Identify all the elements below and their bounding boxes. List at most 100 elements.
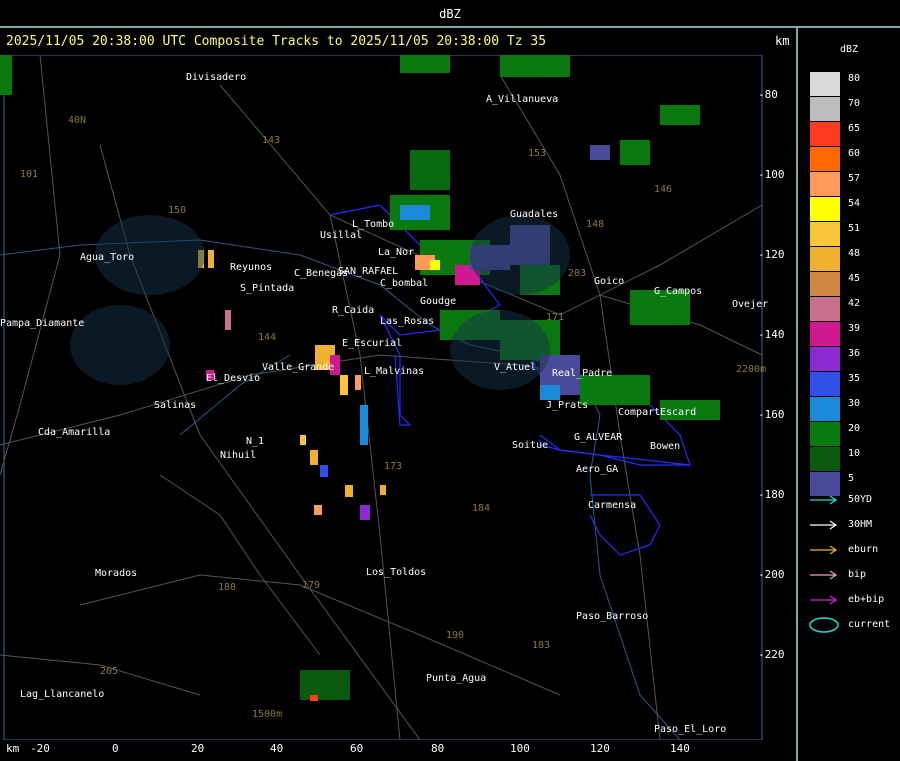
current-storm-icon <box>809 617 839 633</box>
legend-swatch <box>810 347 840 371</box>
place-label: Lag_Llancanelo <box>20 689 105 700</box>
map-canvas <box>0 54 763 741</box>
place-label: S_Pintada <box>240 283 295 294</box>
legend-swatch-label: 20 <box>848 423 861 434</box>
legend-swatch-label: 60 <box>848 148 861 159</box>
place-label: Bowen <box>650 441 681 452</box>
y-tick: -160 <box>758 408 785 421</box>
x-tick: 20 <box>191 742 205 755</box>
legend-track-label: bip <box>848 569 867 580</box>
place-label: C_bombal <box>380 278 429 289</box>
place-label: SAN_RAFAEL <box>338 266 399 277</box>
place-label: Pampa_Diamante <box>0 318 85 329</box>
radar-map[interactable] <box>0 54 796 741</box>
place-label: Goudge <box>420 296 457 307</box>
legend-swatch-label: 36 <box>848 348 861 359</box>
place-label: La_Nor <box>378 247 415 258</box>
y-tick: -140 <box>758 328 785 341</box>
legend-track-label: eb+bip <box>848 594 885 605</box>
road-number-label: 153 <box>528 148 547 159</box>
legend-swatch <box>810 72 840 96</box>
legend-swatch <box>810 97 840 121</box>
legend-swatch <box>810 222 840 246</box>
road-number-label: 205 <box>100 666 119 677</box>
legend-swatch-label: 35 <box>848 373 861 384</box>
x-tick: -20 <box>30 742 50 755</box>
x-tick: 100 <box>510 742 530 755</box>
y-tick: -200 <box>758 568 785 581</box>
legend-swatch-label: 42 <box>848 298 861 309</box>
y-tick: -80 <box>758 88 778 101</box>
road-number-label: 144 <box>258 332 277 343</box>
legend-swatch <box>810 272 840 296</box>
y-tick: -220 <box>758 648 785 661</box>
place-label: J_Prats <box>546 400 589 411</box>
place-label: Las_Rosas <box>380 316 435 327</box>
road-number-label: 203 <box>568 268 587 279</box>
place-label: Paso_Barroso <box>576 611 649 622</box>
y-tick: -120 <box>758 248 785 261</box>
track-arrow-icon <box>810 545 838 555</box>
place-label: N_1 <box>246 436 265 447</box>
place-label: L_Tombo <box>352 219 395 230</box>
place-label: Usillal <box>320 230 363 241</box>
place-label: Soitue <box>512 440 549 451</box>
legend-swatch-label: 51 <box>848 223 861 234</box>
legend-swatch-label: 45 <box>848 273 861 284</box>
road-number-label: 143 <box>262 135 281 146</box>
road-number-label: 146 <box>654 184 673 195</box>
place-label: E_Escurial <box>342 338 403 349</box>
place-label: Reyunos <box>230 262 273 273</box>
x-tick: 60 <box>350 742 364 755</box>
road-number-label: 40N <box>68 115 87 126</box>
legend-swatch <box>810 447 840 471</box>
legend-swatch-label: 80 <box>848 73 861 84</box>
road-number-label: 101 <box>20 169 39 180</box>
road-number-label: 171 <box>546 312 565 323</box>
legend-swatch-label: 70 <box>848 98 861 109</box>
place-label: G_Campos <box>654 286 703 297</box>
road-number-label: 150 <box>168 205 187 216</box>
place-label: Carmensa <box>588 500 637 511</box>
place-label: Guadales <box>510 209 559 220</box>
road-number-label: 2200m <box>736 364 767 375</box>
composite-header: 2025/11/05 20:38:00 UTC Composite Tracks… <box>6 34 547 49</box>
place-label: Escard <box>660 407 697 418</box>
place-label: L_Malvinas <box>364 366 425 377</box>
road-number-label: 184 <box>472 503 491 514</box>
legend-swatch-label: 54 <box>848 198 861 209</box>
legend-swatch-label: 39 <box>848 323 861 334</box>
road-number-label: 148 <box>586 219 605 230</box>
x-tick: 140 <box>670 742 690 755</box>
place-label: Ovejer <box>732 299 769 310</box>
legend-track-label: current <box>848 619 891 630</box>
legend-swatch <box>810 172 840 196</box>
legend-track-label: 30HM <box>848 519 873 530</box>
y-tick: -180 <box>758 488 785 501</box>
y-tick: -100 <box>758 168 785 181</box>
legend-track-label: 50YD <box>848 494 873 505</box>
place-label: A_Villanueva <box>486 94 559 105</box>
place-label: Agua_Toro <box>80 252 135 263</box>
x-tick: 120 <box>590 742 610 755</box>
track-arrow-icon <box>810 495 838 505</box>
track-arrow-icon <box>810 595 838 605</box>
legend-swatch <box>810 422 840 446</box>
road-number-label: 190 <box>446 630 465 641</box>
place-label: Paso_El_Loro <box>654 724 727 735</box>
legend-swatch <box>810 397 840 421</box>
place-label: R_Caida <box>332 305 375 316</box>
x-axis-unit: km <box>6 742 20 755</box>
place-label: Cda_Amarilla <box>38 427 111 438</box>
dbz-legend: dBZ 80 70 65 60 57 54 51 48 45 42 39 36 35 30 20 10 5 50… <box>798 28 900 761</box>
road-number-label: 183 <box>532 640 551 651</box>
place-label: Goico <box>594 276 625 287</box>
legend-title: dBZ <box>840 44 859 55</box>
place-label: G_ALVEAR <box>574 432 623 443</box>
place-label: Divisadero <box>186 72 247 83</box>
legend-swatch-label: 5 <box>848 473 855 484</box>
x-tick: 0 <box>112 742 119 755</box>
place-label: Real_Padre <box>552 368 613 379</box>
track-arrow-icon <box>810 520 838 530</box>
place-label: Morados <box>95 568 138 579</box>
